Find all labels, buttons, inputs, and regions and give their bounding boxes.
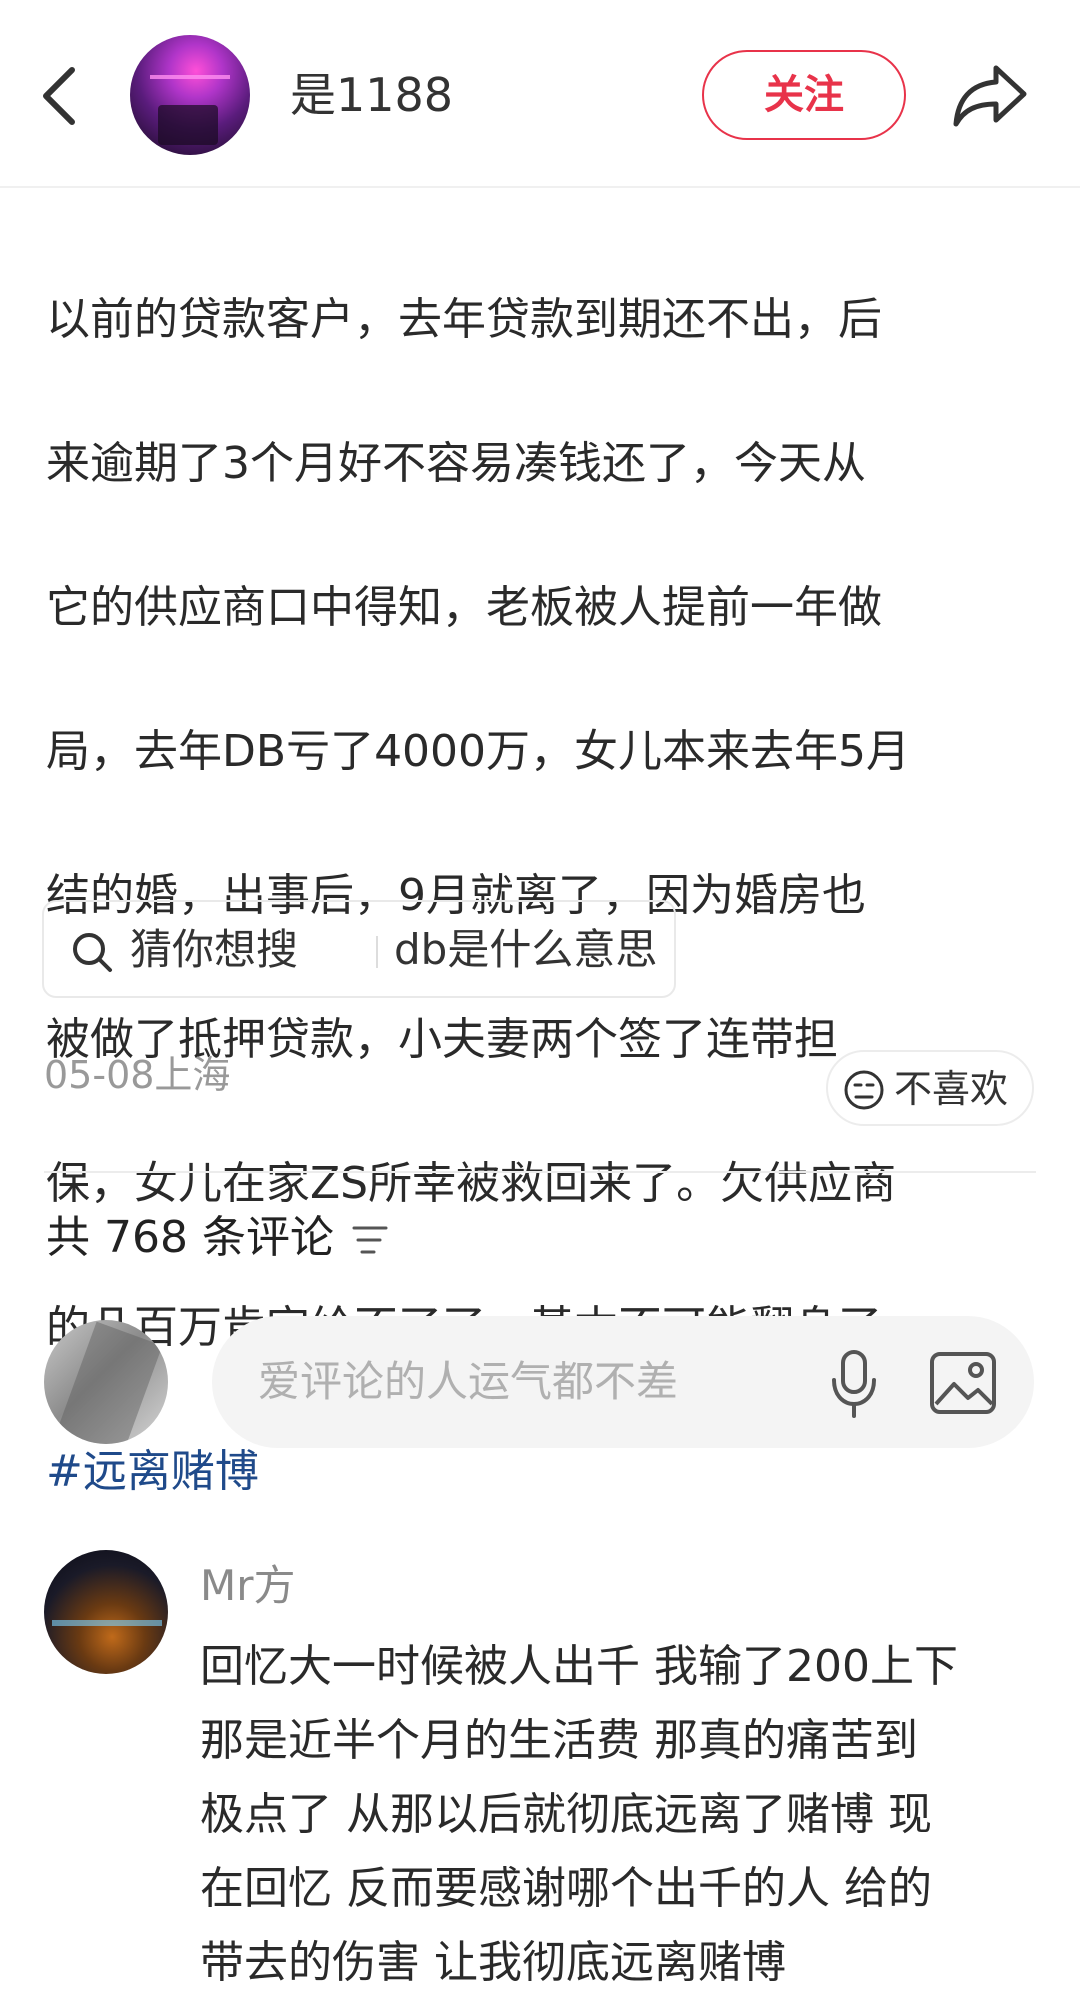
comment-text-line: 那是近半个月的生活费 那真的痛苦到 <box>200 1715 918 1766</box>
comment-count: 共 768 条评论 <box>46 1212 334 1263</box>
search-suggestion-label: 猜你想搜 <box>130 925 299 974</box>
commenter-avatar[interactable] <box>44 1550 168 1674</box>
share-button[interactable] <box>950 60 1030 130</box>
my-avatar <box>44 1320 168 1444</box>
share-icon <box>953 65 1027 127</box>
post-date-location: 05-08上海 <box>44 1053 231 1097</box>
post-text-line: 以前的贷款客户，去年贷款到期还不出，后 <box>46 294 882 345</box>
comment-input-placeholder: 爱评论的人运气都不差 <box>258 1357 679 1406</box>
follow-button[interactable]: 关注 <box>702 50 906 140</box>
top-bar: 是1188 关注 <box>0 0 1080 188</box>
section-divider <box>44 1171 1036 1173</box>
search-icon <box>73 933 112 972</box>
dislike-button[interactable]: 不喜欢 <box>826 1050 1034 1126</box>
microphone-icon[interactable] <box>824 1348 884 1420</box>
back-button[interactable] <box>32 56 96 136</box>
search-suggestion-query: db是什么意思 <box>394 925 658 974</box>
author-avatar[interactable] <box>130 35 250 155</box>
comment-text-line: 在回忆 反而要感谢哪个出千的人 给的 <box>200 1863 932 1914</box>
search-suggestion-chip[interactable]: 猜你想搜 db是什么意思 <box>42 900 676 998</box>
dislike-face-icon <box>844 1070 884 1110</box>
post-text-line: 局，去年DB亏了4000万，女儿本来去年5月 <box>46 726 911 777</box>
post-text-line: 来逾期了3个月好不容易凑钱还了，今天从 <box>46 438 866 489</box>
comment-text[interactable]: 回忆大一时候被人出千 我输了200上下 那是近半个月的生活费 那真的痛苦到 极点… <box>200 1630 1040 2000</box>
comment-text-line: 回忆大一时候被人出千 我输了200上下 <box>200 1641 958 1692</box>
author-name[interactable]: 是1188 <box>290 62 453 128</box>
comment-text-line: 带去的伤害 让我彻底远离赌博 <box>200 1937 786 1988</box>
sort-icon[interactable] <box>350 1222 390 1258</box>
dislike-label: 不喜欢 <box>894 1067 1009 1111</box>
image-icon[interactable] <box>928 1350 998 1416</box>
comment-input[interactable]: 爱评论的人运气都不差 <box>212 1316 1034 1448</box>
chip-divider <box>376 936 378 968</box>
comment-text-line: 极点了 从那以后就彻底远离了赌博 现 <box>200 1789 932 1840</box>
back-icon <box>43 67 75 125</box>
commenter-name[interactable]: Mr方 <box>200 1558 296 1614</box>
post-detail-page: 是1188 关注 以前的贷款客户，去年贷款到期还不出，后 来逾期了3个月好不容易… <box>0 0 1080 2006</box>
post-text-line: 它的供应商口中得知，老板被人提前一年做 <box>46 582 882 633</box>
